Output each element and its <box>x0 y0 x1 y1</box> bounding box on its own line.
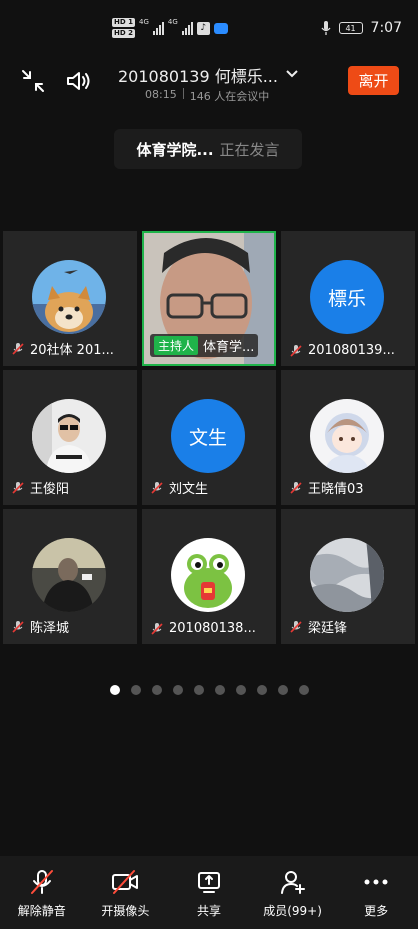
status-icons-left: HD 1 HD 2 4G 4G ♪ <box>112 18 228 38</box>
minimize-icon[interactable] <box>18 66 48 96</box>
tile-label: 主持人 体育学... <box>150 334 259 357</box>
mic-muted-icon <box>12 481 24 494</box>
participant-name: 梁廷锋 <box>308 621 348 636</box>
tile-label: 20社体 201... <box>11 339 114 358</box>
mic-muted-icon <box>290 481 302 494</box>
participant-tile[interactable]: 文生 刘文生 <box>142 370 276 505</box>
avatar: 文生 <box>171 399 245 473</box>
participant-name: 201080139... <box>308 343 395 358</box>
participant-tile[interactable]: 20社体 201... <box>3 231 137 366</box>
speaker-icon[interactable] <box>64 66 94 96</box>
avatar <box>32 538 106 612</box>
participant-name: 陈泽城 <box>30 621 70 636</box>
members-label: 成员(99+) <box>263 904 322 918</box>
mic-muted-icon <box>290 620 302 633</box>
tile-label: 201080139... <box>289 343 395 358</box>
avatar: 標乐 <box>310 260 384 334</box>
participant-tile[interactable]: 陈泽城 <box>3 509 137 644</box>
page-dot[interactable] <box>298 685 309 695</box>
participant-name: 20社体 201... <box>30 343 114 358</box>
avatar <box>171 538 245 612</box>
page-dot[interactable] <box>235 685 246 695</box>
mic-muted-icon <box>290 344 302 357</box>
share-label: 共享 <box>196 904 221 918</box>
speaker-name: 体育学院... <box>136 140 214 159</box>
mic-muted-icon <box>151 622 163 635</box>
signal-icon <box>181 21 193 35</box>
camera-button[interactable]: 开摄像头 <box>84 856 168 929</box>
leave-button[interactable]: 离开 <box>348 66 399 95</box>
status-icons-right: 41 7:07 <box>321 20 402 36</box>
participant-name: 王俊阳 <box>30 482 70 497</box>
participant-name: 王晓倩03 <box>308 482 364 497</box>
meeting-header: 201080139 何標乐... 08:15 146 人在会议中 离开 <box>0 58 418 108</box>
page-dot[interactable] <box>256 685 267 695</box>
add-member-icon <box>280 871 305 894</box>
unmute-button[interactable]: 解除静音 <box>0 856 84 929</box>
mic-off-icon <box>30 870 53 894</box>
meeting-title[interactable]: 201080139 何標乐... <box>118 63 278 87</box>
avatar <box>32 260 106 334</box>
participant-tile[interactable]: 201080138... <box>142 509 276 644</box>
clock: 7:07 <box>370 20 402 36</box>
mic-muted-icon <box>151 481 163 494</box>
meeting-subtitle: 08:15 146 人在会议中 <box>145 88 269 104</box>
tile-label: 王俊阳 <box>11 478 69 497</box>
signal-icon <box>152 21 164 35</box>
page-dot[interactable] <box>214 685 225 695</box>
tile-label: 梁廷锋 <box>289 617 347 636</box>
app-notification-icon: ♪ <box>196 21 210 35</box>
avatar <box>310 538 384 612</box>
host-badge: 主持人 <box>154 336 199 355</box>
unmute-label: 解除静音 <box>17 904 66 918</box>
battery-icon: 41 <box>338 22 363 34</box>
mic-status-icon <box>321 21 331 35</box>
participant-name: 体育学... <box>203 340 255 355</box>
page-dot[interactable] <box>193 685 204 695</box>
hd-icon: HD 1 HD 2 <box>112 18 135 38</box>
avatar <box>310 399 384 473</box>
mic-muted-icon <box>12 342 24 355</box>
page-dot[interactable] <box>277 685 288 695</box>
page-dot[interactable] <box>130 685 141 695</box>
speaking-indicator: 体育学院... 正在发言 <box>114 129 302 169</box>
tile-label: 刘文生 <box>150 478 208 497</box>
camera-off-icon <box>112 870 139 894</box>
meeting-duration: 08:15 <box>145 88 177 101</box>
speaking-status: 正在发言 <box>219 140 280 159</box>
chevron-down-icon[interactable] <box>284 66 300 82</box>
participant-tile-active[interactable]: 主持人 体育学... <box>142 231 276 366</box>
page-dot[interactable] <box>151 685 162 695</box>
avatar <box>32 399 106 473</box>
more-button[interactable]: 更多 <box>334 856 418 929</box>
share-button[interactable]: 共享 <box>167 856 251 929</box>
participant-tile[interactable]: 王俊阳 <box>3 370 137 505</box>
participant-count: 146 人在会议中 <box>189 90 270 103</box>
page-dot[interactable] <box>172 685 183 695</box>
share-screen-icon <box>197 872 220 893</box>
more-icon <box>364 879 388 885</box>
divider <box>182 88 184 99</box>
page-dot[interactable] <box>109 685 120 695</box>
tile-label: 陈泽城 <box>11 617 69 636</box>
participant-tile[interactable]: 梁廷锋 <box>281 509 415 644</box>
more-label: 更多 <box>364 904 389 918</box>
tile-label: 201080138... <box>150 621 256 636</box>
participant-tile[interactable]: 王晓倩03 <box>281 370 415 505</box>
members-button[interactable]: 成员(99+) <box>251 856 335 929</box>
participant-tile[interactable]: 標乐 201080139... <box>281 231 415 366</box>
camera-label: 开摄像头 <box>101 904 150 918</box>
participant-name: 201080138... <box>169 621 256 636</box>
cloud-icon <box>213 22 228 34</box>
meeting-toolbar: 解除静音 开摄像头 共享 成员(99+) 更多 <box>0 856 418 929</box>
tile-label: 王晓倩03 <box>289 478 364 497</box>
participant-name: 刘文生 <box>169 482 209 497</box>
page-indicator <box>0 685 418 695</box>
status-bar: HD 1 HD 2 4G 4G ♪ 41 7:07 <box>0 0 418 60</box>
mic-muted-icon <box>12 620 24 633</box>
